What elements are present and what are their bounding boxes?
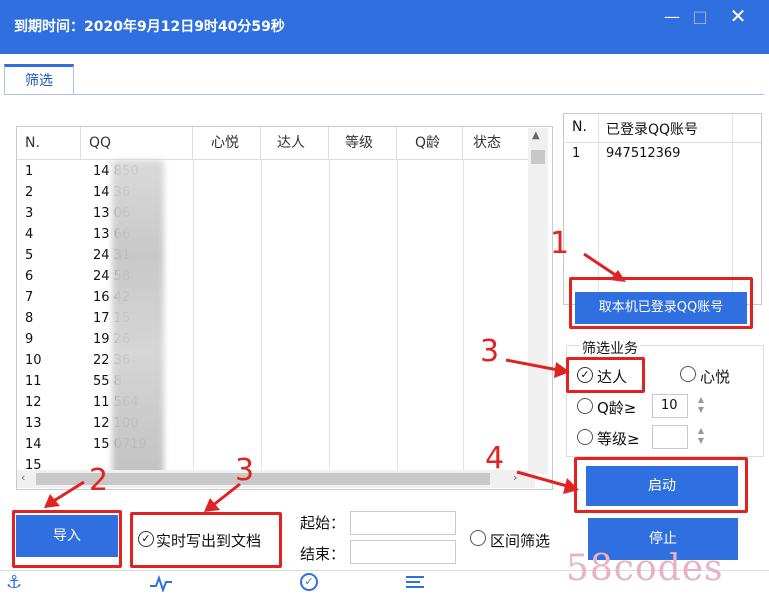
- level-stepper[interactable]: ▲ ▼: [694, 426, 708, 448]
- annotation-arrow-2: [44, 480, 85, 508]
- qage-stepper[interactable]: ▲ ▼: [694, 395, 708, 417]
- scroll-thumb[interactable]: [531, 150, 545, 164]
- scroll-left-icon[interactable]: ‹: [21, 471, 25, 484]
- row-n: 13: [25, 416, 42, 431]
- range-filter-label: 区间筛选: [490, 532, 551, 550]
- start-button[interactable]: 启动: [586, 466, 738, 506]
- level-radio[interactable]: [577, 429, 593, 445]
- row-n: 10: [25, 353, 42, 368]
- daren-radio[interactable]: ✓: [577, 367, 593, 383]
- qage-label: Q龄≥: [597, 399, 637, 417]
- get-logged-in-accounts-button[interactable]: 取本机已登录QQ账号: [575, 292, 747, 324]
- row-n: 9: [25, 332, 34, 347]
- table-row[interactable]: 114 850: [17, 162, 537, 182]
- annotation-arrow-4: [516, 470, 579, 494]
- close-icon[interactable]: ✕: [722, 4, 754, 28]
- list-header: N. 已登录QQ账号: [564, 114, 761, 304]
- range-end-label: 结束：: [300, 545, 346, 563]
- tab-filter[interactable]: 筛选: [4, 64, 74, 94]
- maximize-icon[interactable]: □: [688, 6, 712, 28]
- qq-table[interactable]: N. QQ 心悦 达人 等级 Q龄 状态 114 850 214 36 313 …: [16, 126, 553, 490]
- col-header-level[interactable]: 等级: [329, 127, 397, 159]
- row-n: 3: [25, 206, 34, 221]
- header-divider: [17, 159, 537, 160]
- qage-input[interactable]: 10: [652, 394, 688, 418]
- pulse-icon[interactable]: [148, 574, 174, 592]
- export-label: 实时写出到文档: [156, 532, 262, 550]
- xinyue-radio[interactable]: [680, 366, 696, 382]
- col-header-qq[interactable]: QQ: [81, 127, 193, 159]
- table-row[interactable]: 624 58: [17, 267, 537, 287]
- daren-label: 达人: [597, 368, 628, 386]
- range-end-input[interactable]: [350, 540, 456, 564]
- qage-radio[interactable]: [577, 398, 593, 414]
- annotation-number-2: 2: [89, 463, 109, 498]
- table-row[interactable]: 524 31: [17, 246, 537, 266]
- minimize-icon[interactable]: —: [660, 6, 684, 28]
- range-filter-radio[interactable]: [470, 530, 486, 546]
- table-row[interactable]: 214 36: [17, 183, 537, 203]
- col-header-daren[interactable]: 达人: [261, 127, 329, 159]
- level-label: 等级≥: [597, 430, 640, 448]
- col-header-status[interactable]: 状态: [463, 127, 529, 159]
- watermark: 58codes: [566, 548, 724, 589]
- table-row[interactable]: 817 15: [17, 309, 537, 329]
- table-row[interactable]: 1022 36: [17, 351, 537, 371]
- row-n: 4: [25, 227, 34, 242]
- col-header-n[interactable]: N.: [17, 127, 81, 159]
- level-input[interactable]: [652, 425, 688, 449]
- annotation-number-4: 4: [485, 441, 505, 476]
- row-n: 6: [25, 269, 34, 284]
- annotation-arrow-3: [505, 358, 570, 378]
- table-row[interactable]: 313 06: [17, 204, 537, 224]
- row-n: 11: [25, 374, 42, 389]
- col-header-logged-qq: 已登录QQ账号: [606, 122, 699, 138]
- table-header: N. QQ 心悦 达人 等级 Q龄 状态: [17, 127, 537, 159]
- table-row[interactable]: 1415 0719: [17, 435, 537, 455]
- table-row[interactable]: 1211 564: [17, 393, 537, 413]
- list-item-n: 1: [572, 146, 581, 161]
- export-checkbox[interactable]: ✓: [138, 531, 154, 547]
- annotation-number-1: 1: [550, 226, 570, 261]
- list-item-qq: 947512369: [606, 146, 681, 161]
- annotation-number-3: 3: [480, 334, 500, 369]
- range-start-input[interactable]: [350, 511, 456, 535]
- row-n: 8: [25, 311, 34, 326]
- scroll-up-icon[interactable]: ▲: [532, 130, 540, 141]
- annotation-arrow-1: [583, 252, 626, 282]
- vertical-scrollbar[interactable]: ▲: [528, 128, 548, 474]
- filter-group-title: 筛选业务: [580, 338, 640, 358]
- anchor-icon[interactable]: ⚓: [6, 572, 22, 593]
- table-row[interactable]: 1312 100: [17, 414, 537, 434]
- window-title: 到期时间：2020年9月12日9时40分59秒: [14, 19, 285, 35]
- row-n: 12: [25, 395, 42, 410]
- row-n: 5: [25, 248, 34, 263]
- range-start-label: 起始：: [300, 514, 346, 532]
- import-button[interactable]: 导入: [16, 515, 118, 557]
- row-n: 1: [25, 164, 34, 179]
- table-row[interactable]: 11 55 8: [17, 372, 537, 392]
- col-header-qage[interactable]: Q龄: [397, 127, 463, 159]
- row-n: 7: [25, 290, 34, 305]
- row-n: 2: [25, 185, 34, 200]
- row-n: 14: [25, 437, 42, 452]
- table-row[interactable]: 413 66: [17, 225, 537, 245]
- col-header-n: N.: [572, 119, 587, 135]
- col-header-xinyue[interactable]: 心悦: [193, 127, 261, 159]
- table-row[interactable]: 716 42: [17, 288, 537, 308]
- xinyue-label: 心悦: [700, 368, 731, 386]
- list-icon[interactable]: [406, 574, 428, 591]
- privacy-blur: [112, 160, 164, 478]
- table-row[interactable]: 919 26: [17, 330, 537, 350]
- tab-strip-divider: [4, 94, 764, 95]
- list-item[interactable]: 1 947512369: [564, 146, 761, 166]
- check-circle-icon[interactable]: ✓: [300, 573, 318, 591]
- annotation-arrow-3b: [204, 482, 241, 512]
